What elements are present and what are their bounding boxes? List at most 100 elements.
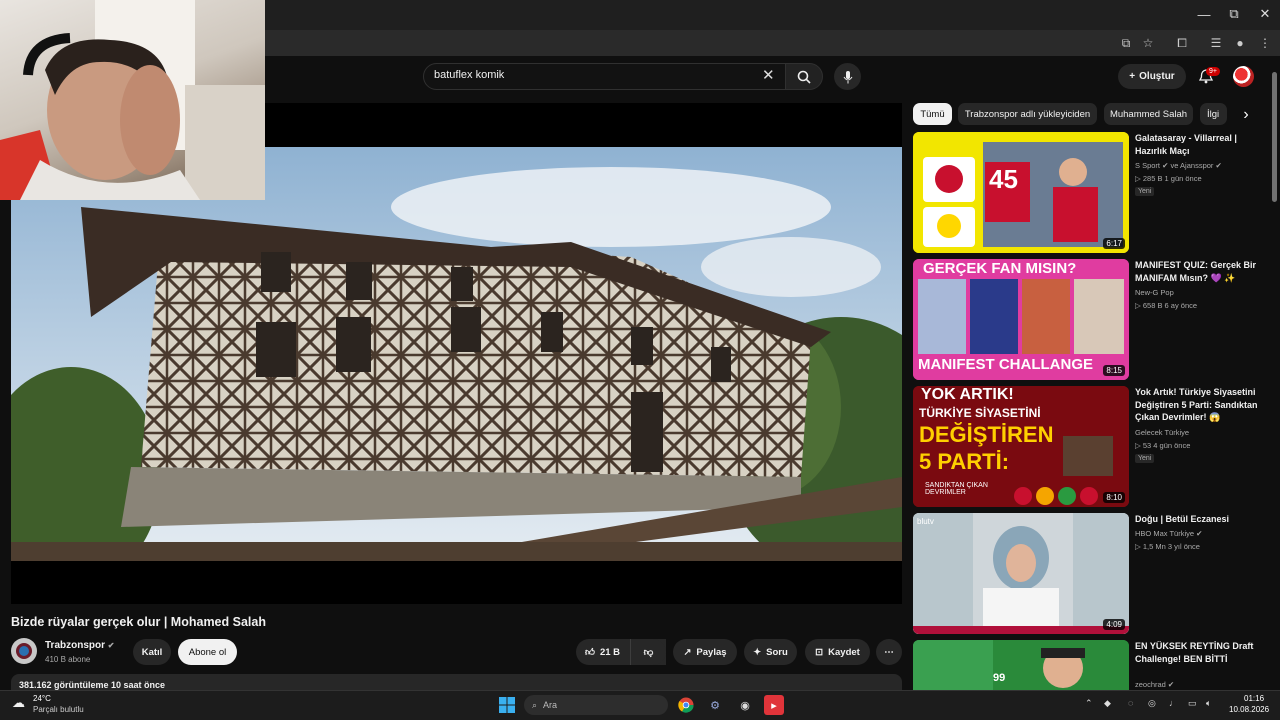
video-duration: 8:10 xyxy=(1103,492,1125,503)
video-item-channel[interactable]: S Sport ✔ ve Ajansspor ✔ xyxy=(1135,161,1222,170)
search-icon: ⌕ xyxy=(532,699,538,710)
like-count: 21 B xyxy=(599,646,621,658)
chip-related[interactable]: İlgi xyxy=(1200,103,1227,125)
share-label: Paylaş xyxy=(696,646,727,658)
channel-avatar[interactable] xyxy=(11,638,37,664)
share-icon: ↗ xyxy=(683,646,692,658)
chrome-app-icon[interactable] xyxy=(676,695,696,715)
taskbar-clock[interactable]: 01:16 xyxy=(1244,694,1264,703)
video-title: Bizde rüyalar gerçek olur | Mohamed Sala… xyxy=(11,615,266,629)
video-scene-image xyxy=(11,147,902,561)
browser-menu-icon[interactable]: ⋮ xyxy=(1255,33,1275,53)
thumbnail-headline: GERÇEK FAN MISIN? xyxy=(923,260,1077,277)
account-avatar[interactable] xyxy=(1233,66,1254,87)
sparkle-icon: ✦ xyxy=(753,646,762,658)
video-thumbnail[interactable]: blutv 4:09 xyxy=(913,513,1129,634)
ask-button[interactable]: ✦ Soru xyxy=(744,639,797,665)
chip-uploader[interactable]: Trabzonspor adlı yükleyiciden xyxy=(958,103,1097,125)
minimize-button[interactable]: — xyxy=(1188,0,1220,28)
weather-temperature[interactable]: 24°C xyxy=(33,694,51,703)
share-button[interactable]: ↗ Paylaş xyxy=(673,639,737,665)
bookmark-star-icon[interactable]: ☆ xyxy=(1138,33,1158,53)
dislike-button[interactable]: 👎︎ xyxy=(630,639,666,665)
search-input[interactable]: batuflex komik xyxy=(434,69,504,81)
tray-app-icon[interactable]: ◆ xyxy=(1104,698,1111,709)
video-thumbnail[interactable]: YOK ARTIK! TÜRKİYE SİYASETİNİ DEĞİŞTİREN… xyxy=(913,386,1129,507)
video-item-channel[interactable]: zeochrad ✔ xyxy=(1135,680,1174,689)
chevron-right-icon[interactable]: › xyxy=(1236,105,1256,125)
network-icon[interactable]: ▭ xyxy=(1188,698,1197,709)
taskbar-date[interactable]: 10.08.2026 xyxy=(1229,705,1269,714)
steam-app-icon[interactable]: ⚙ xyxy=(705,695,725,715)
video-thumbnail[interactable]: GERÇEK FAN MISIN? MANIFEST CHALLANGE 8:1… xyxy=(913,259,1129,380)
close-window-button[interactable]: ✕ xyxy=(1249,0,1280,28)
channel-watermark: blutv xyxy=(917,517,934,526)
more-icon: ⋯ xyxy=(884,646,894,658)
video-item-title[interactable]: MANIFEST QUIZ: Gerçek Bir MANIFAM Mısın?… xyxy=(1135,259,1265,284)
thumbnail-line-5: SANDIKTAN ÇIKAN DEVRİMLER xyxy=(925,482,988,496)
tray-chat-icon[interactable]: ◌ xyxy=(1128,698,1133,708)
thumbnail-line-1: YOK ARTIK! xyxy=(921,386,1014,403)
video-item-title[interactable]: EN YÜKSEK REYTİNG Draft Challenge! BEN B… xyxy=(1135,640,1265,666)
new-badge: Yeni xyxy=(1135,454,1155,463)
thumbnail-line-3: DEĞİŞTİREN xyxy=(919,422,1054,447)
video-item-title[interactable]: Galatasaray - Villarreal | Hazırlık Maçı xyxy=(1135,132,1265,157)
microphone-icon xyxy=(843,70,852,83)
join-button[interactable]: Katıl xyxy=(133,639,171,665)
video-duration: 8:15 xyxy=(1103,365,1125,376)
channel-name-text: Trabzonspor xyxy=(45,640,106,651)
video-item-channel[interactable]: Gelecek Türkiye xyxy=(1135,428,1189,437)
video-item-title[interactable]: Doğu | Betül Eczanesi xyxy=(1135,513,1265,526)
tray-overflow-icon[interactable]: ⌃ xyxy=(1085,698,1093,709)
chip-muhammed-salah[interactable]: Muhammed Salah xyxy=(1104,103,1193,125)
thumbnail-number: 99 xyxy=(993,672,1006,684)
volume-icon[interactable]: 🔈︎ xyxy=(1206,698,1211,709)
notification-count-badge: 9+ xyxy=(1206,67,1220,76)
search-button[interactable] xyxy=(785,63,823,90)
maximize-button[interactable]: ⧉ xyxy=(1218,0,1250,28)
subscriber-count: 410 B abone xyxy=(45,655,91,664)
tray-chrome-icon[interactable]: ◎ xyxy=(1148,698,1156,709)
bookmark-icon: ⊡ xyxy=(815,646,824,658)
create-button[interactable]: + Oluştur xyxy=(1118,64,1186,89)
chip-all[interactable]: Tümü xyxy=(913,103,952,125)
cast-icon[interactable]: ⧉ xyxy=(1116,33,1136,53)
video-item-channel[interactable]: New-G Pop xyxy=(1135,288,1174,297)
profile-icon[interactable]: ● xyxy=(1230,33,1250,53)
search-icon xyxy=(797,70,811,84)
video-item-meta: ▷ 53 4 gün önce xyxy=(1135,441,1191,450)
webcam-overlay xyxy=(0,0,265,200)
video-thumbnail[interactable]: 99 xyxy=(913,640,1129,690)
windows-start-icon[interactable] xyxy=(497,695,517,715)
thumbnail-image xyxy=(913,513,1129,634)
channel-name[interactable]: Trabzonspor ✔ xyxy=(45,640,115,651)
more-actions-button[interactable]: ⋯ xyxy=(876,639,902,665)
thumbnail-line-4: 5 PARTİ: xyxy=(919,449,1010,474)
weather-cloud-icon[interactable]: ☁ xyxy=(12,695,25,711)
video-item-meta: ▷ 658 B 6 ay önce xyxy=(1135,301,1198,310)
save-button[interactable]: ⊡ Kaydet xyxy=(805,639,870,665)
thumbnail-line-2: TÜRKİYE SİYASETİNİ xyxy=(919,406,1041,420)
video-item-channel[interactable]: HBO Max Türkiye ✔ xyxy=(1135,529,1202,538)
reading-list-icon[interactable]: ☰ xyxy=(1206,33,1226,53)
microphone-icon[interactable]: ♩ xyxy=(1169,698,1178,708)
taskbar-search[interactable]: ⌕ Ara xyxy=(524,695,668,715)
video-duration: 4:09 xyxy=(1103,619,1125,630)
discord-app-icon[interactable]: ◉ xyxy=(735,695,755,715)
thumbs-up-icon: 👍︎ xyxy=(585,647,595,658)
page-scrollbar[interactable] xyxy=(1272,72,1277,202)
webcam-person-image xyxy=(0,0,265,200)
extensions-icon[interactable]: ⧠ xyxy=(1172,33,1192,53)
recording-app-icon[interactable]: ▸ xyxy=(764,695,784,715)
clear-search-icon[interactable]: ✕ xyxy=(762,66,775,84)
subscribe-button[interactable]: Abone ol xyxy=(178,639,237,665)
video-frame xyxy=(11,147,902,561)
video-item-meta: ▷ 1,5 Mn 3 yıl önce xyxy=(1135,542,1200,551)
weather-description[interactable]: Parçalı bulutlu xyxy=(33,705,84,714)
thumbnail-image xyxy=(913,132,1129,253)
windows-logo-icon xyxy=(499,697,515,713)
video-thumbnail[interactable]: 45 6:17 xyxy=(913,132,1129,253)
plus-icon: + xyxy=(1129,71,1136,82)
video-item-title[interactable]: Yok Artık! Türkiye Siyasetini Değiştiren… xyxy=(1135,386,1265,424)
voice-search-button[interactable] xyxy=(834,63,861,90)
